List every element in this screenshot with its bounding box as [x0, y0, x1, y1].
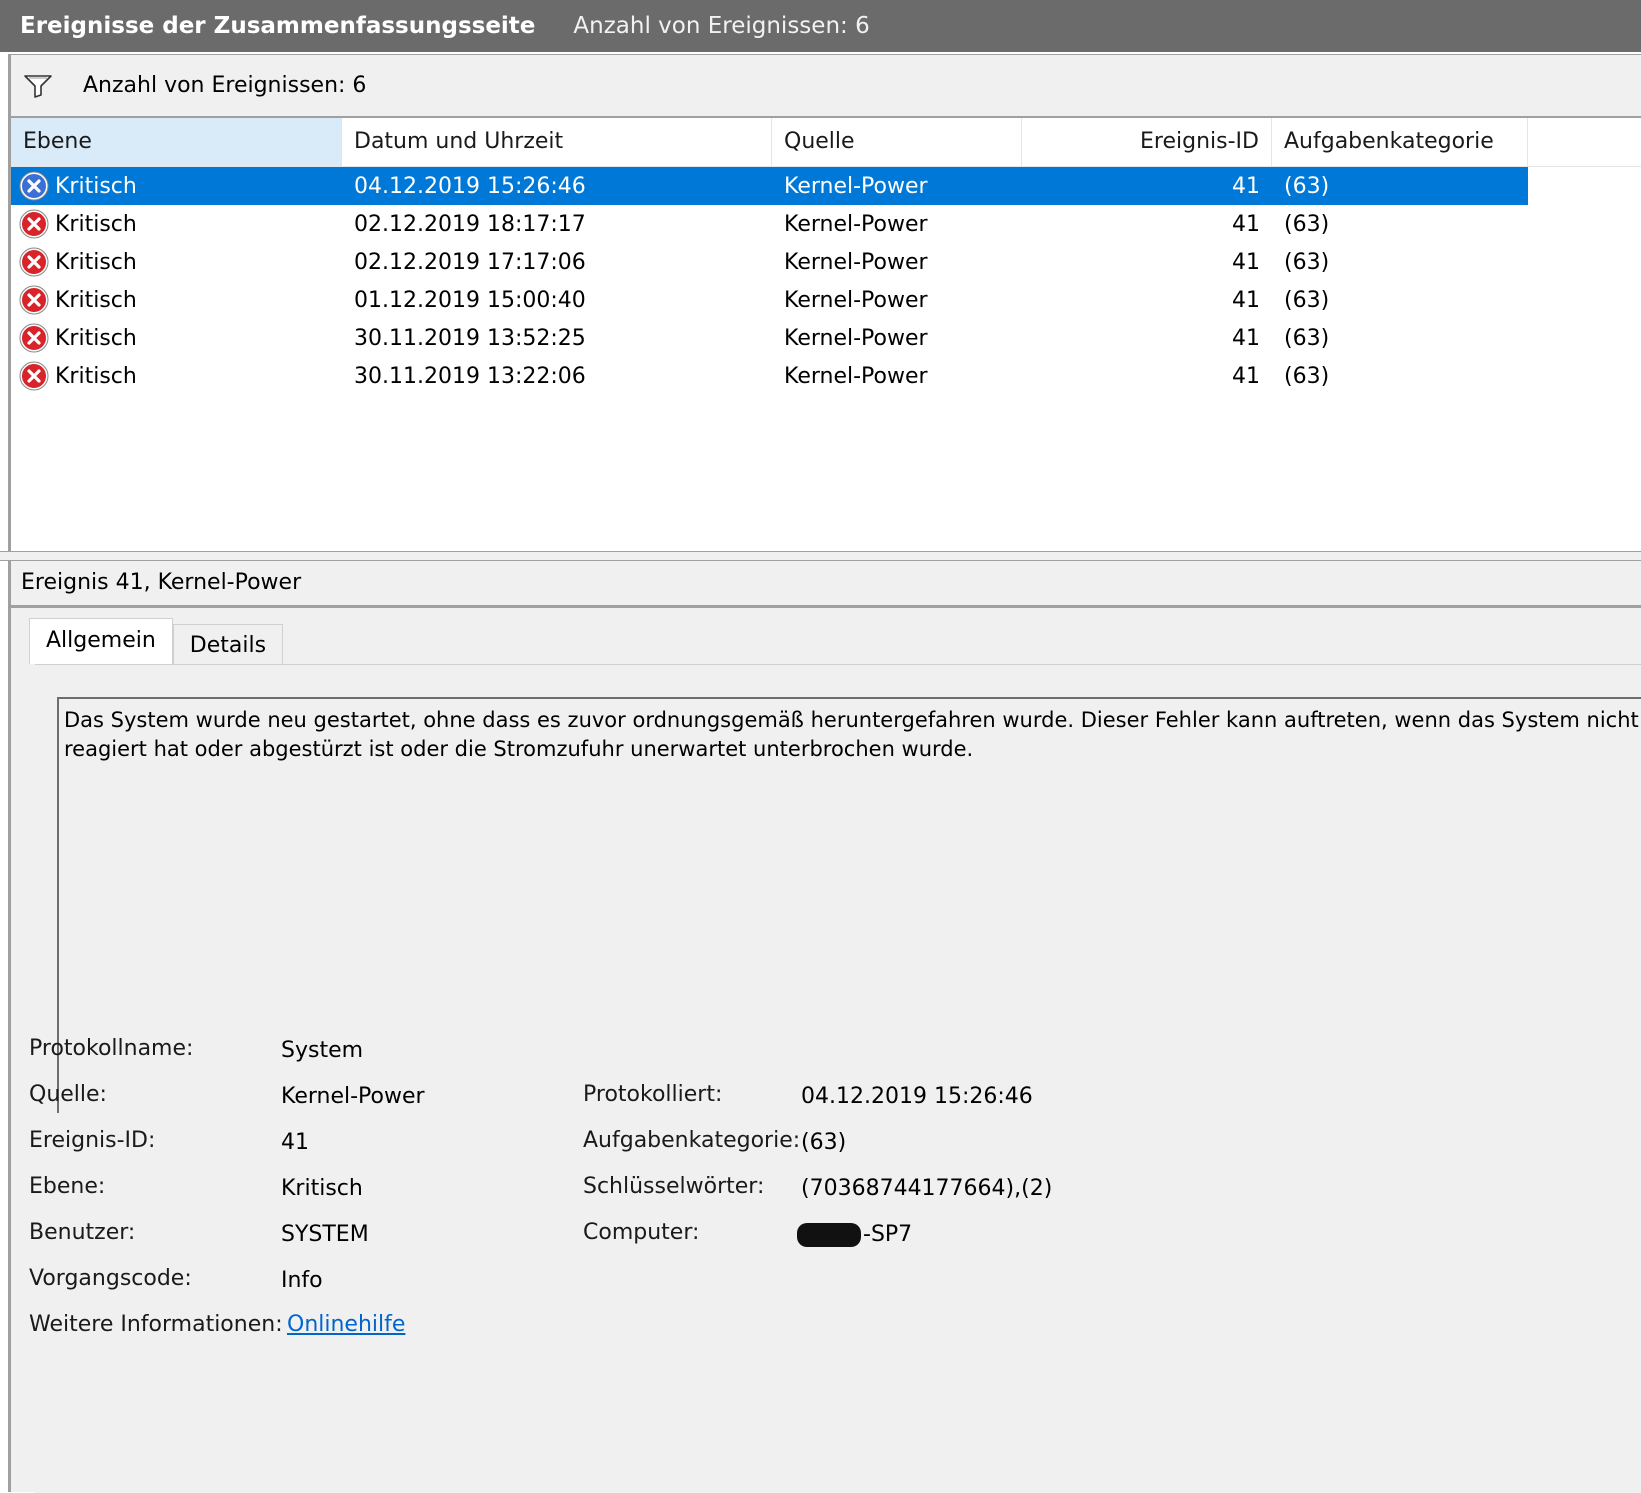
label-source: Quelle: — [29, 1082, 107, 1107]
value-logged: 04.12.2019 15:26:46 — [801, 1084, 1033, 1109]
value-computer: -SP7 — [797, 1222, 912, 1247]
cell-level: Kritisch — [11, 285, 342, 315]
table-row[interactable]: Kritisch 30.11.2019 13:52:25 Kernel-Power 4… — [11, 319, 1641, 357]
value-keywords: (70368744177664),(2) — [801, 1176, 1053, 1201]
table-row[interactable]: Kritisch 01.12.2019 15:00:40 Kernel-Power 4… — [11, 281, 1641, 319]
value-opcode: Info — [281, 1268, 323, 1293]
value-user: SYSTEM — [281, 1222, 369, 1247]
event-detail-pane: Ereignis 41, Kernel-Power Allgemein Deta… — [8, 561, 1641, 1493]
cell-datetime: 04.12.2019 15:26:46 — [354, 173, 586, 199]
cell-source: Kernel-Power — [784, 325, 928, 351]
table-row[interactable]: Kritisch 30.11.2019 13:22:06 Kernel-Power 4… — [11, 357, 1641, 395]
cell-level-label: Kritisch — [55, 173, 137, 199]
value-event-id: 41 — [281, 1130, 309, 1155]
cell-event-id: 41 — [1232, 249, 1260, 275]
label-task-category: Aufgabenkategorie: — [583, 1128, 801, 1153]
critical-error-icon — [19, 323, 49, 353]
label-more-info: Weitere Informationen: — [29, 1312, 283, 1337]
table-header: Ebene Datum und Uhrzeit Quelle Ereignis-… — [11, 118, 1641, 167]
general-tab-panel: Das System wurde neu gestartet, ohne das… — [35, 664, 1641, 1493]
cell-source: Kernel-Power — [784, 249, 928, 275]
cell-event-id: 41 — [1232, 363, 1260, 389]
cell-source: Kernel-Power — [784, 363, 928, 389]
label-log-name: Protokollname: — [29, 1036, 194, 1061]
label-keywords: Schlüsselwörter: — [583, 1174, 765, 1199]
value-task-category: (63) — [801, 1130, 847, 1155]
description-line-1: Das System wurde neu gestartet, ohne das… — [64, 708, 1641, 732]
cell-event-id: 41 — [1232, 325, 1260, 351]
value-source: Kernel-Power — [281, 1084, 425, 1109]
cell-level-label: Kritisch — [55, 211, 137, 237]
computer-name-suffix: -SP7 — [863, 1222, 913, 1247]
cell-datetime: 01.12.2019 15:00:40 — [354, 287, 586, 313]
cell-level-label: Kritisch — [55, 363, 137, 389]
cell-level: Kritisch — [11, 323, 342, 353]
column-header-event-id[interactable]: Ereignis-ID — [1022, 118, 1272, 166]
cell-source: Kernel-Power — [784, 287, 928, 313]
critical-error-icon — [19, 361, 49, 391]
filter-icon[interactable] — [23, 73, 53, 99]
table-row[interactable]: Kritisch 02.12.2019 17:17:06 Kernel-Power 4… — [11, 243, 1641, 281]
label-opcode: Vorgangscode: — [29, 1266, 192, 1291]
cell-level-label: Kritisch — [55, 287, 137, 313]
cell-level: Kritisch — [11, 171, 342, 201]
cell-source: Kernel-Power — [784, 173, 928, 199]
label-event-id: Ereignis-ID: — [29, 1128, 156, 1153]
label-logged: Protokolliert: — [583, 1082, 723, 1107]
table-body: Kritisch 04.12.2019 15:26:46 Kernel-Power 4… — [11, 167, 1641, 395]
cell-level: Kritisch — [11, 361, 342, 391]
critical-error-icon — [19, 209, 49, 239]
events-table: Ebene Datum und Uhrzeit Quelle Ereignis-… — [11, 118, 1641, 395]
value-level: Kritisch — [281, 1176, 363, 1201]
label-level: Ebene: — [29, 1174, 106, 1199]
filter-bar: Anzahl von Ereignissen: 6 — [11, 55, 1641, 118]
cell-level-label: Kritisch — [55, 325, 137, 351]
pane-splitter[interactable] — [0, 551, 1641, 561]
cell-event-id: 41 — [1232, 287, 1260, 313]
critical-error-icon — [19, 285, 49, 315]
table-row[interactable]: Kritisch 02.12.2019 18:17:17 Kernel-Power 4… — [11, 205, 1641, 243]
cell-event-id: 41 — [1232, 173, 1260, 199]
cell-datetime: 02.12.2019 17:17:06 — [354, 249, 586, 275]
filter-event-count: Anzahl von Ereignissen: 6 — [83, 73, 367, 98]
event-list-pane: Anzahl von Ereignissen: 6 Ebene Datum un… — [8, 54, 1641, 551]
cell-datetime: 30.11.2019 13:52:25 — [354, 325, 586, 351]
column-header-task-category[interactable]: Aufgabenkategorie — [1272, 118, 1528, 166]
critical-error-icon — [19, 171, 49, 201]
redaction-mark — [797, 1223, 861, 1247]
cell-source: Kernel-Power — [784, 211, 928, 237]
column-header-source[interactable]: Quelle — [772, 118, 1022, 166]
title-event-count: Anzahl von Ereignissen: 6 — [573, 13, 870, 39]
cell-level-label: Kritisch — [55, 249, 137, 275]
cell-task-category: (63) — [1284, 249, 1330, 275]
cell-task-category: (63) — [1284, 325, 1330, 351]
column-header-datetime[interactable]: Datum und Uhrzeit — [342, 118, 772, 166]
cell-datetime: 02.12.2019 18:17:17 — [354, 211, 586, 237]
cell-task-category: (63) — [1284, 287, 1330, 313]
tab-allgemein[interactable]: Allgemein — [29, 618, 173, 664]
event-detail-header: Ereignis 41, Kernel-Power — [11, 561, 1641, 608]
table-row[interactable]: Kritisch 04.12.2019 15:26:46 Kernel-Power 4… — [11, 167, 1528, 205]
description-line-2: reagiert hat oder abgestürzt ist oder di… — [64, 737, 974, 761]
cell-task-category: (63) — [1284, 173, 1330, 199]
column-header-level[interactable]: Ebene — [11, 118, 342, 166]
critical-error-icon — [19, 247, 49, 277]
window-title: Ereignisse der Zusammenfassungsseite — [20, 13, 536, 39]
label-user: Benutzer: — [29, 1220, 136, 1245]
cell-task-category: (63) — [1284, 211, 1330, 237]
value-log-name: System — [281, 1038, 364, 1063]
label-computer: Computer: — [583, 1220, 700, 1245]
cell-level: Kritisch — [11, 247, 342, 277]
cell-task-category: (63) — [1284, 363, 1330, 389]
window-title-bar: Ereignisse der Zusammenfassungsseite Anz… — [0, 0, 1641, 54]
detail-tabs: Allgemein Details — [29, 618, 284, 664]
cell-datetime: 30.11.2019 13:22:06 — [354, 363, 586, 389]
online-help-link[interactable]: Onlinehilfe — [287, 1312, 405, 1337]
cell-level: Kritisch — [11, 209, 342, 239]
cell-event-id: 41 — [1232, 211, 1260, 237]
tab-details[interactable]: Details — [172, 624, 284, 664]
